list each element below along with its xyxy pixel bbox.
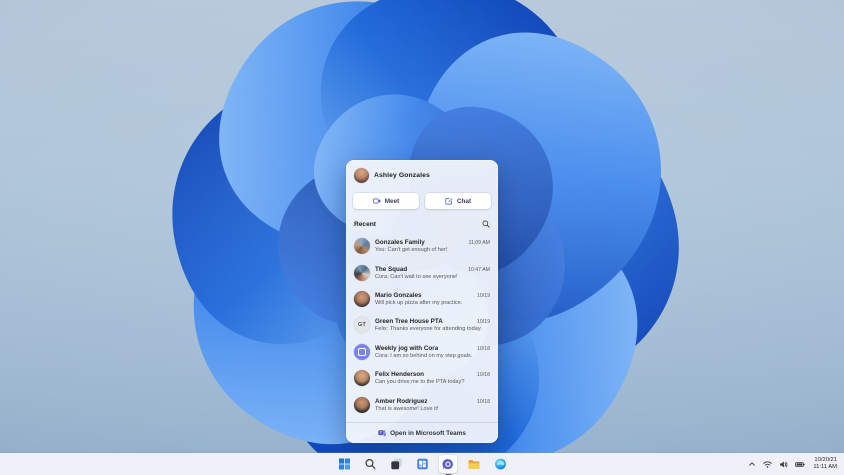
file-explorer-button[interactable] (465, 455, 484, 473)
open-in-teams-label: Open in Microsoft Teams (390, 429, 466, 437)
user-avatar[interactable] (354, 168, 369, 183)
conversation-avatar (354, 343, 370, 360)
clock[interactable]: 10/20/21 11:11 AM (811, 456, 839, 472)
conversation-row[interactable]: Mario Gonzales 10/19 Will pick up pizza … (350, 286, 494, 312)
network-button[interactable] (762, 459, 773, 470)
conversation-name: Amber Rodriguez (375, 397, 428, 405)
conversation-text: Gonzales Family 11:09 AM You: Can't get … (375, 239, 490, 253)
conversation-row[interactable]: Weekly jog with Cora 10/18 Cora: I am so… (350, 339, 494, 365)
conversation-preview: That is awesome! Love it! (375, 405, 439, 412)
screen: Ashley Gonzales Meet Chat Recent Gonzale… (0, 0, 844, 475)
conversation-preview: Cora: I am so behind on my step goals. (375, 352, 473, 359)
task-view-icon (390, 458, 402, 470)
teams-logo-icon: T (378, 430, 386, 437)
conversation-list: Gonzales Family 11:09 AM You: Can't get … (346, 231, 498, 422)
conversation-row[interactable]: GT Green Tree House PTA 10/19 Felix: Tha… (350, 312, 494, 338)
conversation-timestamp: 10/19 (477, 292, 490, 299)
compose-icon (445, 198, 453, 205)
conversation-preview: Will pick up pizza after my practice. (375, 299, 463, 306)
conversation-text: The Squad 10:47 AM Cora: Can't wait to s… (375, 266, 490, 280)
edge-browser-icon (494, 458, 506, 470)
volume-button[interactable] (778, 459, 789, 470)
tray-time: 11:11 AM (813, 464, 837, 470)
battery-button[interactable] (794, 459, 806, 470)
conversation-timestamp: 10/19 (477, 319, 490, 326)
conversation-row[interactable]: Felix Henderson 10/18 Can you drive me t… (350, 365, 494, 391)
conversation-name: Weekly jog with Cora (375, 344, 439, 352)
meet-button[interactable]: Meet (353, 193, 419, 209)
conversation-timestamp: 10/18 (477, 398, 490, 405)
chat-button-label: Chat (456, 197, 472, 205)
conversation-name: Gonzales Family (375, 239, 425, 247)
conversation-preview: Cora: Can't wait to see everyone! (375, 273, 458, 280)
windows-start-icon (338, 458, 350, 470)
search-icon (482, 220, 490, 228)
conversation-avatar (354, 290, 370, 307)
conversation-avatar (354, 370, 370, 387)
video-camera-icon (372, 198, 381, 204)
speaker-icon (780, 461, 788, 467)
conversation-row[interactable]: Amber Rodriguez 10/18 That is awesome! L… (350, 391, 494, 417)
search-icon (364, 458, 375, 469)
flyout-actions: Meet Chat (346, 189, 498, 211)
search-taskbar-button[interactable] (361, 455, 380, 473)
task-view-button[interactable] (387, 455, 406, 473)
conversation-row[interactable]: Gonzales Family 11:09 AM You: Can't get … (350, 233, 494, 259)
chevron-up-icon (749, 462, 756, 466)
conversation-name: The Squad (375, 265, 408, 273)
conversation-name: Felix Henderson (375, 371, 424, 379)
conversation-timestamp: 10/18 (477, 372, 490, 379)
conversation-timestamp: 11:09 AM (468, 240, 490, 247)
conversation-avatar (354, 264, 370, 281)
conversation-avatar: GT (354, 317, 370, 334)
battery-icon (795, 461, 805, 467)
conversation-preview: Felix: Thanks everyone for attending tod… (375, 326, 482, 333)
chat-button[interactable]: Chat (425, 193, 491, 209)
tray-date: 10/20/21 (814, 457, 837, 463)
conversation-text: Mario Gonzales 10/19 Will pick up pizza … (375, 292, 490, 306)
user-name: Ashley Gonzales (374, 172, 430, 179)
wifi-icon (763, 460, 773, 468)
meet-button-label: Meet (384, 197, 400, 205)
recent-label: Recent (354, 220, 376, 228)
conversation-avatar (354, 238, 370, 255)
file-explorer-icon (468, 459, 480, 469)
conversation-row[interactable]: The Squad 10:47 AM Cora: Can't wait to s… (350, 259, 494, 285)
taskbar-center-icons (335, 453, 510, 475)
conversation-preview: Can you drive me to the PTA today? (375, 379, 465, 386)
conversation-timestamp: 10:47 AM (468, 266, 490, 273)
taskbar: 10/20/21 11:11 AM (0, 453, 844, 475)
conversation-name: Mario Gonzales (375, 291, 422, 299)
chat-taskbar-button[interactable] (438, 455, 458, 475)
chat-flyout-panel: Ashley Gonzales Meet Chat Recent Gonzale… (346, 160, 498, 443)
calendar-glyph-icon (357, 347, 367, 356)
flyout-header: Ashley Gonzales (346, 160, 498, 189)
teams-chat-icon (442, 458, 453, 470)
open-in-teams-button[interactable]: T Open in Microsoft Teams (346, 422, 498, 443)
widgets-button[interactable] (413, 455, 432, 473)
system-tray: 10/20/21 11:11 AM (747, 453, 839, 475)
search-button[interactable] (482, 220, 490, 228)
edge-button[interactable] (491, 455, 510, 473)
widgets-icon (416, 458, 428, 470)
conversation-text: Amber Rodriguez 10/18 That is awesome! L… (375, 398, 490, 412)
conversation-text: Weekly jog with Cora 10/18 Cora: I am so… (375, 345, 490, 359)
start-button[interactable] (335, 455, 354, 473)
conversation-preview: You: Can't get enough of her! (375, 247, 448, 254)
conversation-timestamp: 10/18 (477, 345, 490, 352)
conversation-name: Green Tree House PTA (375, 318, 443, 326)
conversation-avatar (354, 396, 370, 413)
tray-overflow-button[interactable] (747, 459, 757, 469)
recent-header: Recent (346, 211, 498, 231)
conversation-text: Felix Henderson 10/18 Can you drive me t… (375, 371, 490, 385)
conversation-text: Green Tree House PTA 10/19 Felix: Thanks… (375, 318, 490, 332)
